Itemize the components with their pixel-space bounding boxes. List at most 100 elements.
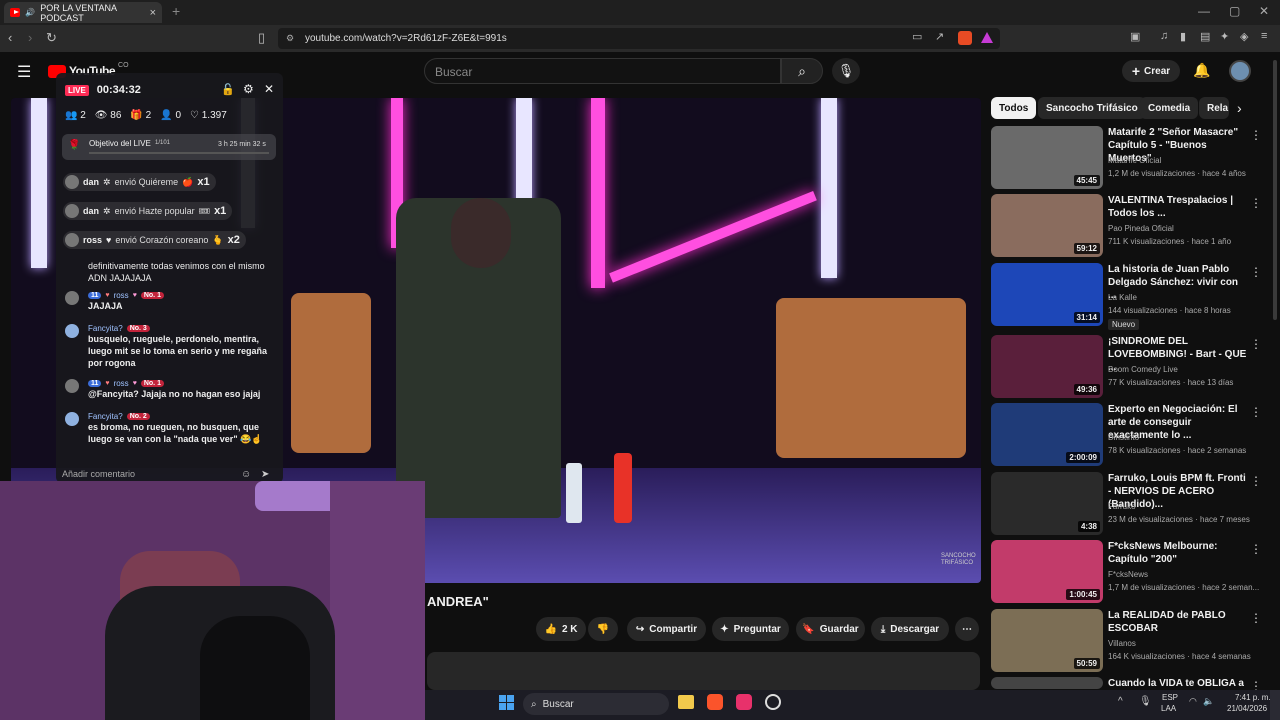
- chip-sancocho[interactable]: Sancocho Trifásico: [1038, 97, 1146, 119]
- sidebar-icon[interactable]: ▮: [1180, 30, 1186, 43]
- channel-name[interactable]: F*cksNews: [1108, 570, 1148, 579]
- channel-name[interactable]: Villanos: [1108, 639, 1136, 648]
- reload-icon[interactable]: ↻: [46, 30, 57, 46]
- tiktok-icon[interactable]: [736, 694, 752, 710]
- recommendation-title[interactable]: VALENTINA Trespalacios | Todos los ...: [1108, 194, 1248, 220]
- chip-related[interactable]: Rela: [1199, 97, 1229, 119]
- share-page-icon[interactable]: ↗: [935, 30, 944, 43]
- more-options-icon[interactable]: ⋮: [1250, 265, 1262, 279]
- language-code[interactable]: ESP: [1162, 693, 1178, 702]
- dislike-button[interactable]: 👎: [588, 617, 618, 641]
- share-button[interactable]: ↪ Compartir: [627, 617, 706, 641]
- username[interactable]: Fancyita?: [88, 324, 123, 333]
- avatar[interactable]: [1229, 60, 1251, 82]
- description-box[interactable]: [427, 652, 980, 690]
- comment-input[interactable]: Añadir comentario: [62, 469, 252, 479]
- notifications-icon[interactable]: 🔔: [1193, 62, 1210, 79]
- chip-todos[interactable]: Todos: [991, 97, 1037, 119]
- send-icon[interactable]: ➤: [261, 469, 269, 480]
- file-explorer-icon[interactable]: [678, 695, 694, 709]
- download-button[interactable]: ⤓ Descargar: [871, 617, 949, 641]
- channel-name[interactable]: Farruko: [1108, 502, 1136, 511]
- media-icon[interactable]: ♫: [1160, 30, 1168, 42]
- video-thumbnail[interactable]: 4:38: [991, 472, 1103, 535]
- site-info-icon[interactable]: ⚙: [286, 33, 294, 44]
- lock-icon[interactable]: 🔓: [221, 83, 235, 96]
- obs-icon[interactable]: [765, 694, 781, 710]
- cast-icon[interactable]: ▭: [912, 30, 922, 43]
- taskbar-search[interactable]: ⌕ Buscar: [523, 693, 669, 715]
- create-button[interactable]: + Crear: [1122, 60, 1180, 82]
- recommendation-title[interactable]: Cuando la VIDA te OBLIGA a: [1108, 677, 1248, 690]
- brave-shield-icon[interactable]: [958, 31, 972, 45]
- more-actions-button[interactable]: ⋯: [955, 617, 979, 641]
- volume-icon[interactable]: 🔈: [1203, 696, 1214, 707]
- channel-name[interactable]: La Kalle: [1108, 293, 1137, 302]
- more-options-icon[interactable]: ⋮: [1250, 542, 1262, 556]
- video-thumbnail[interactable]: [991, 677, 1103, 689]
- voice-search-button[interactable]: 🎙: [832, 58, 860, 84]
- chat-message: definitivamente todas venimos con el mis…: [88, 261, 265, 283]
- scrollbar[interactable]: [1273, 60, 1277, 320]
- url-text[interactable]: youtube.com/watch?v=2Rd61zF-Z6E&t=991s: [305, 33, 507, 44]
- search-input[interactable]: Buscar: [424, 58, 781, 84]
- hamburger-menu-icon[interactable]: ☰: [17, 62, 31, 82]
- chevron-up-icon[interactable]: ^: [1118, 696, 1123, 707]
- windows-start-icon[interactable]: [499, 695, 514, 710]
- maximize-icon[interactable]: ▢: [1229, 4, 1240, 18]
- username[interactable]: ross: [114, 291, 129, 300]
- video-thumbnail[interactable]: 1:00:45: [991, 540, 1103, 603]
- emoji-icon[interactable]: ☺: [241, 469, 251, 480]
- clock-date[interactable]: 21/04/2026: [1227, 704, 1267, 713]
- save-button[interactable]: 🔖 Guardar: [796, 617, 865, 641]
- channel-name[interactable]: Boom Comedy Live: [1108, 365, 1178, 374]
- new-tab-button[interactable]: +: [172, 3, 180, 19]
- chevron-right-icon[interactable]: ›: [1237, 100, 1242, 116]
- live-goal-card[interactable]: 🌹 Objetivo del LIVE 1/101 3 h 25 min 32 …: [62, 134, 276, 160]
- menu-icon[interactable]: ≡: [1261, 30, 1267, 42]
- brave-rewards-icon[interactable]: [981, 32, 993, 43]
- bookmark-icon[interactable]: ▯: [258, 30, 265, 46]
- back-icon[interactable]: ‹: [8, 30, 12, 45]
- more-options-icon[interactable]: ⋮: [1250, 337, 1262, 351]
- recommendation-title[interactable]: F*cksNews Melbourne: Capítulo "200": [1108, 540, 1248, 566]
- search-button[interactable]: ⌕: [781, 58, 823, 84]
- forward-icon[interactable]: ›: [28, 30, 32, 45]
- clock-time[interactable]: 7:41 p. m.: [1235, 693, 1271, 702]
- video-thumbnail[interactable]: 59:12: [991, 194, 1103, 257]
- more-options-icon[interactable]: ⋮: [1250, 128, 1262, 142]
- video-thumbnail[interactable]: 2:00:09: [991, 403, 1103, 466]
- minimize-icon[interactable]: —: [1198, 4, 1210, 18]
- like-button[interactable]: 👍 2 K: [536, 617, 586, 641]
- channel-name[interactable]: Matarife Oficial: [1108, 156, 1161, 165]
- brave-browser-icon[interactable]: [707, 694, 723, 710]
- username[interactable]: Fancyita?: [88, 412, 123, 421]
- close-icon[interactable]: ✕: [264, 82, 274, 96]
- wallet-icon[interactable]: ▤: [1200, 30, 1210, 43]
- recommendation-title[interactable]: La REALIDAD de PABLO ESCOBAR: [1108, 609, 1248, 635]
- screenshot-icon[interactable]: ▣: [1130, 30, 1140, 43]
- settings-icon[interactable]: ⚙: [243, 82, 254, 96]
- more-options-icon[interactable]: ⋮: [1250, 405, 1262, 419]
- video-thumbnail[interactable]: 31:14: [991, 263, 1103, 326]
- channel-name[interactable]: Pao Pineda Oficial: [1108, 224, 1174, 233]
- show-desktop-button[interactable]: [1270, 690, 1280, 720]
- window-close-icon[interactable]: ✕: [1259, 4, 1269, 18]
- microphone-icon[interactable]: 🎙: [1139, 696, 1152, 707]
- browser-tab[interactable]: 🔊 POR LA VENTANA PODCAST ×: [4, 2, 162, 23]
- video-thumbnail[interactable]: 49:36: [991, 335, 1103, 398]
- username[interactable]: ross: [114, 379, 129, 388]
- more-options-icon[interactable]: ⋮: [1250, 611, 1262, 625]
- video-thumbnail[interactable]: 45:45: [991, 126, 1103, 189]
- keyboard-layout[interactable]: LAA: [1161, 704, 1176, 713]
- tab-close-icon[interactable]: ×: [150, 7, 156, 19]
- vpn-icon[interactable]: ◈: [1240, 30, 1248, 43]
- channel-name[interactable]: Dinstinto: [1108, 433, 1139, 442]
- ai-icon[interactable]: ✦: [1220, 30, 1229, 43]
- chip-comedia[interactable]: Comedia: [1140, 97, 1199, 119]
- ask-button[interactable]: ✦ Preguntar: [712, 617, 789, 641]
- more-options-icon[interactable]: ⋮: [1250, 196, 1262, 210]
- video-thumbnail[interactable]: 50:59: [991, 609, 1103, 672]
- more-options-icon[interactable]: ⋮: [1250, 474, 1262, 488]
- wifi-icon[interactable]: ◠: [1189, 696, 1197, 707]
